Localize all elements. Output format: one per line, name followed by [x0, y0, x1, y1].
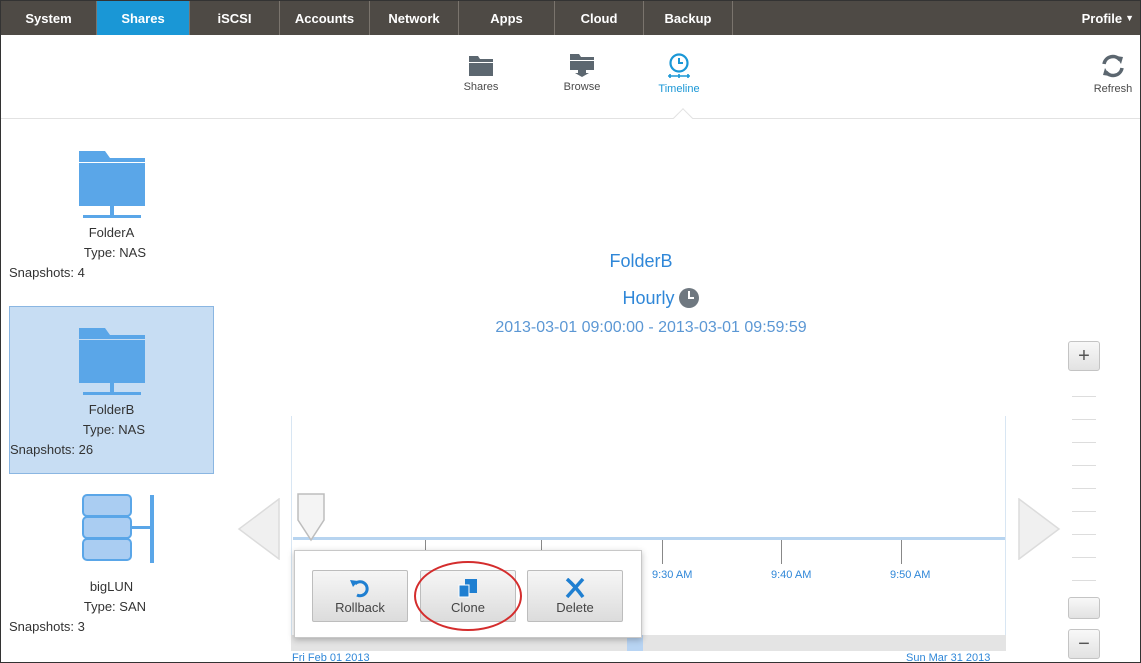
- tab-shares[interactable]: Shares: [97, 1, 190, 35]
- tick-label-0930: 9:30 AM: [652, 569, 693, 581]
- profile-label: Profile: [1081, 10, 1123, 26]
- zoom-out-button[interactable]: −: [1068, 629, 1100, 659]
- tab-system[interactable]: System: [1, 1, 97, 35]
- folder-icon: [79, 328, 145, 395]
- delete-button[interactable]: Delete: [527, 570, 623, 622]
- volume-type: Type: NAS: [83, 245, 146, 260]
- previous-arrow-icon[interactable]: [237, 498, 281, 560]
- volume-name: bigLUN: [89, 579, 134, 594]
- tick-label-0950: 9:50 AM: [890, 569, 931, 581]
- timeline-axis: [293, 537, 1005, 540]
- rollback-icon: [350, 580, 369, 598]
- zoom-scale-tick: [1072, 534, 1096, 535]
- tab-iscsi[interactable]: iSCSI: [190, 1, 280, 35]
- next-arrow-icon[interactable]: [1017, 498, 1061, 560]
- timeline-clock-icon: [668, 53, 690, 78]
- refresh-label: Refresh: [1093, 83, 1133, 95]
- rollback-button[interactable]: Rollback: [312, 570, 408, 622]
- chevron-down-icon: ▼: [1125, 13, 1134, 23]
- volume-name: FolderA: [88, 225, 135, 240]
- clone-icon: [458, 579, 477, 598]
- shares-tool-label: Shares: [463, 81, 499, 93]
- range-start-date: Fri Feb 01 2013: [292, 652, 370, 663]
- zoom-scale-tick: [1072, 488, 1096, 489]
- zoom-scale-tick: [1072, 396, 1096, 397]
- volume-item-biglun[interactable]: bigLUN Type: SAN Snapshots: 3: [9, 493, 214, 645]
- zoom-scale-tick: [1072, 442, 1096, 443]
- snapshot-marker-icon[interactable]: [296, 493, 326, 545]
- delete-label: Delete: [556, 600, 594, 615]
- timeline-tool-label: Timeline: [658, 83, 700, 95]
- tab-accounts[interactable]: Accounts: [280, 1, 370, 35]
- clone-button[interactable]: Clone: [420, 570, 516, 622]
- share-name-heading: FolderB: [609, 251, 673, 271]
- shares-tool-button[interactable]: Shares: [451, 53, 511, 93]
- folder-icon: [79, 151, 145, 218]
- delete-icon: [565, 578, 585, 598]
- volume-snapshots: Snapshots: 3: [9, 619, 85, 634]
- zoom-scale-tick: [1072, 419, 1096, 420]
- shares-folder-icon: [469, 56, 493, 76]
- range-end-date: Sun Mar 31 2013: [906, 652, 991, 663]
- app-window: System Shares iSCSI Accounts Network App…: [0, 0, 1141, 663]
- zoom-scale-tick: [1072, 557, 1096, 558]
- browse-folder-icon: [570, 54, 594, 77]
- timeline-tick: [781, 540, 782, 564]
- timeline-tool-button[interactable]: Timeline: [649, 53, 709, 95]
- refresh-button[interactable]: Refresh: [1083, 53, 1140, 95]
- zoom-in-button[interactable]: +: [1068, 341, 1100, 371]
- tab-backup[interactable]: Backup: [644, 1, 733, 35]
- volume-name: FolderB: [88, 402, 135, 417]
- refresh-icon: [1102, 54, 1124, 78]
- schedule-label: Hourly: [622, 287, 675, 308]
- date-range-text: 2013-03-01 09:00:00 - 2013-03-01 09:59:5…: [495, 319, 807, 336]
- zoom-scale-tick: [1072, 580, 1096, 581]
- tab-cloud[interactable]: Cloud: [555, 1, 644, 35]
- volume-snapshots: Snapshots: 26: [10, 442, 94, 457]
- volume-item-folderb[interactable]: FolderB Type: NAS Snapshots: 26: [9, 306, 214, 474]
- tab-network[interactable]: Network: [370, 1, 459, 35]
- clock-icon: [678, 288, 699, 308]
- clone-label: Clone: [451, 600, 485, 615]
- top-nav-bar: System Shares iSCSI Accounts Network App…: [1, 1, 1140, 35]
- volume-type: Type: NAS: [82, 422, 145, 437]
- timeline-tick: [662, 540, 663, 564]
- volume-type: Type: SAN: [83, 599, 146, 614]
- tab-apps[interactable]: Apps: [459, 1, 555, 35]
- schedule-row: Hourly: [581, 287, 741, 309]
- tick-label-0940: 9:40 AM: [771, 569, 812, 581]
- timeline-tick: [901, 540, 902, 564]
- browse-tool-button[interactable]: Browse: [552, 53, 612, 93]
- volume-snapshots: Snapshots: 4: [9, 265, 85, 280]
- rollback-label: Rollback: [335, 600, 385, 615]
- volume-item-foldera[interactable]: FolderA Type: NAS Snapshots: 4: [9, 149, 214, 297]
- toolbar: Shares Browse Timeline Refresh: [1, 35, 1140, 119]
- profile-menu[interactable]: Profile ▼: [1082, 1, 1134, 35]
- snapshot-action-popup: Rollback Clone Delete: [294, 550, 642, 638]
- zoom-scale-tick: [1072, 511, 1096, 512]
- lun-icon: [82, 494, 154, 563]
- browse-tool-label: Browse: [563, 81, 601, 93]
- zoom-slider-handle[interactable]: [1068, 597, 1100, 619]
- zoom-scale-tick: [1072, 465, 1096, 466]
